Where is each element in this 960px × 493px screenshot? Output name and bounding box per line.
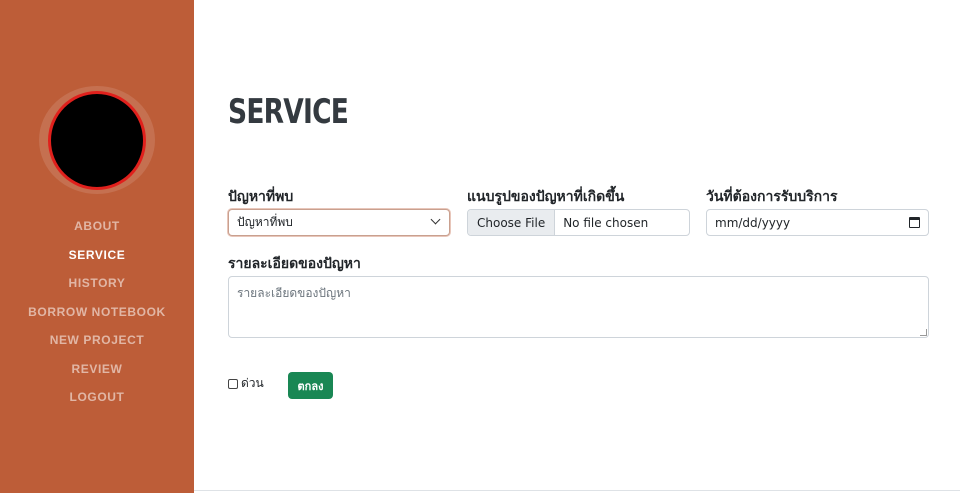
urgent-label: ด่วน: [241, 376, 264, 390]
nav-item-new-project[interactable]: NEW PROJECT: [0, 326, 194, 355]
file-status: No file chosen: [563, 215, 649, 230]
problem-select-value: ปัญหาที่พบ: [237, 215, 293, 229]
main-content: SERVICE ปัญหาที่พบ ปัญหาที่พบ แนบรูปของป…: [194, 0, 960, 493]
calendar-icon[interactable]: [909, 217, 920, 228]
page-title: SERVICE: [228, 92, 349, 132]
nav-item-logout[interactable]: LOGOUT: [0, 383, 194, 412]
problem-label: ปัญหาที่พบ: [228, 189, 294, 205]
sidebar-nav: ABOUT SERVICE HISTORY BORROW NOTEBOOK NE…: [0, 212, 194, 412]
attachment-file-input[interactable]: Choose File No file chosen: [467, 209, 690, 236]
nav-item-review[interactable]: REVIEW: [0, 355, 194, 384]
details-placeholder: รายละเอียดของปัญหา: [237, 286, 351, 300]
nav-item-service[interactable]: SERVICE: [0, 241, 194, 270]
submit-button[interactable]: ตกลง: [288, 372, 333, 399]
details-textarea[interactable]: รายละเอียดของปัญหา: [228, 276, 929, 338]
nav-item-history[interactable]: HISTORY: [0, 269, 194, 298]
nav-item-about[interactable]: ABOUT: [0, 212, 194, 241]
details-label: รายละเอียดของปัญหา: [228, 256, 361, 272]
avatar-frame: [39, 86, 155, 194]
divider: [194, 490, 960, 491]
date-label: วันที่ต้องการรับบริการ: [706, 189, 838, 205]
nav-item-borrow-notebook[interactable]: BORROW NOTEBOOK: [0, 298, 194, 327]
chevron-down-icon: [430, 214, 441, 225]
choose-file-button[interactable]: Choose File: [468, 210, 556, 235]
problem-select[interactable]: ปัญหาที่พบ: [228, 209, 450, 236]
avatar: [48, 90, 146, 190]
urgent-row: ด่วน: [228, 374, 264, 393]
date-input[interactable]: mm/dd/yyyy: [706, 209, 929, 236]
resize-handle-icon[interactable]: [920, 329, 927, 336]
urgent-checkbox[interactable]: [228, 378, 238, 389]
sidebar: ABOUT SERVICE HISTORY BORROW NOTEBOOK NE…: [0, 0, 194, 493]
attachment-label: แนบรูปของปัญหาที่เกิดขึ้น: [467, 189, 625, 205]
date-placeholder: mm/dd/yyyy: [715, 215, 791, 230]
